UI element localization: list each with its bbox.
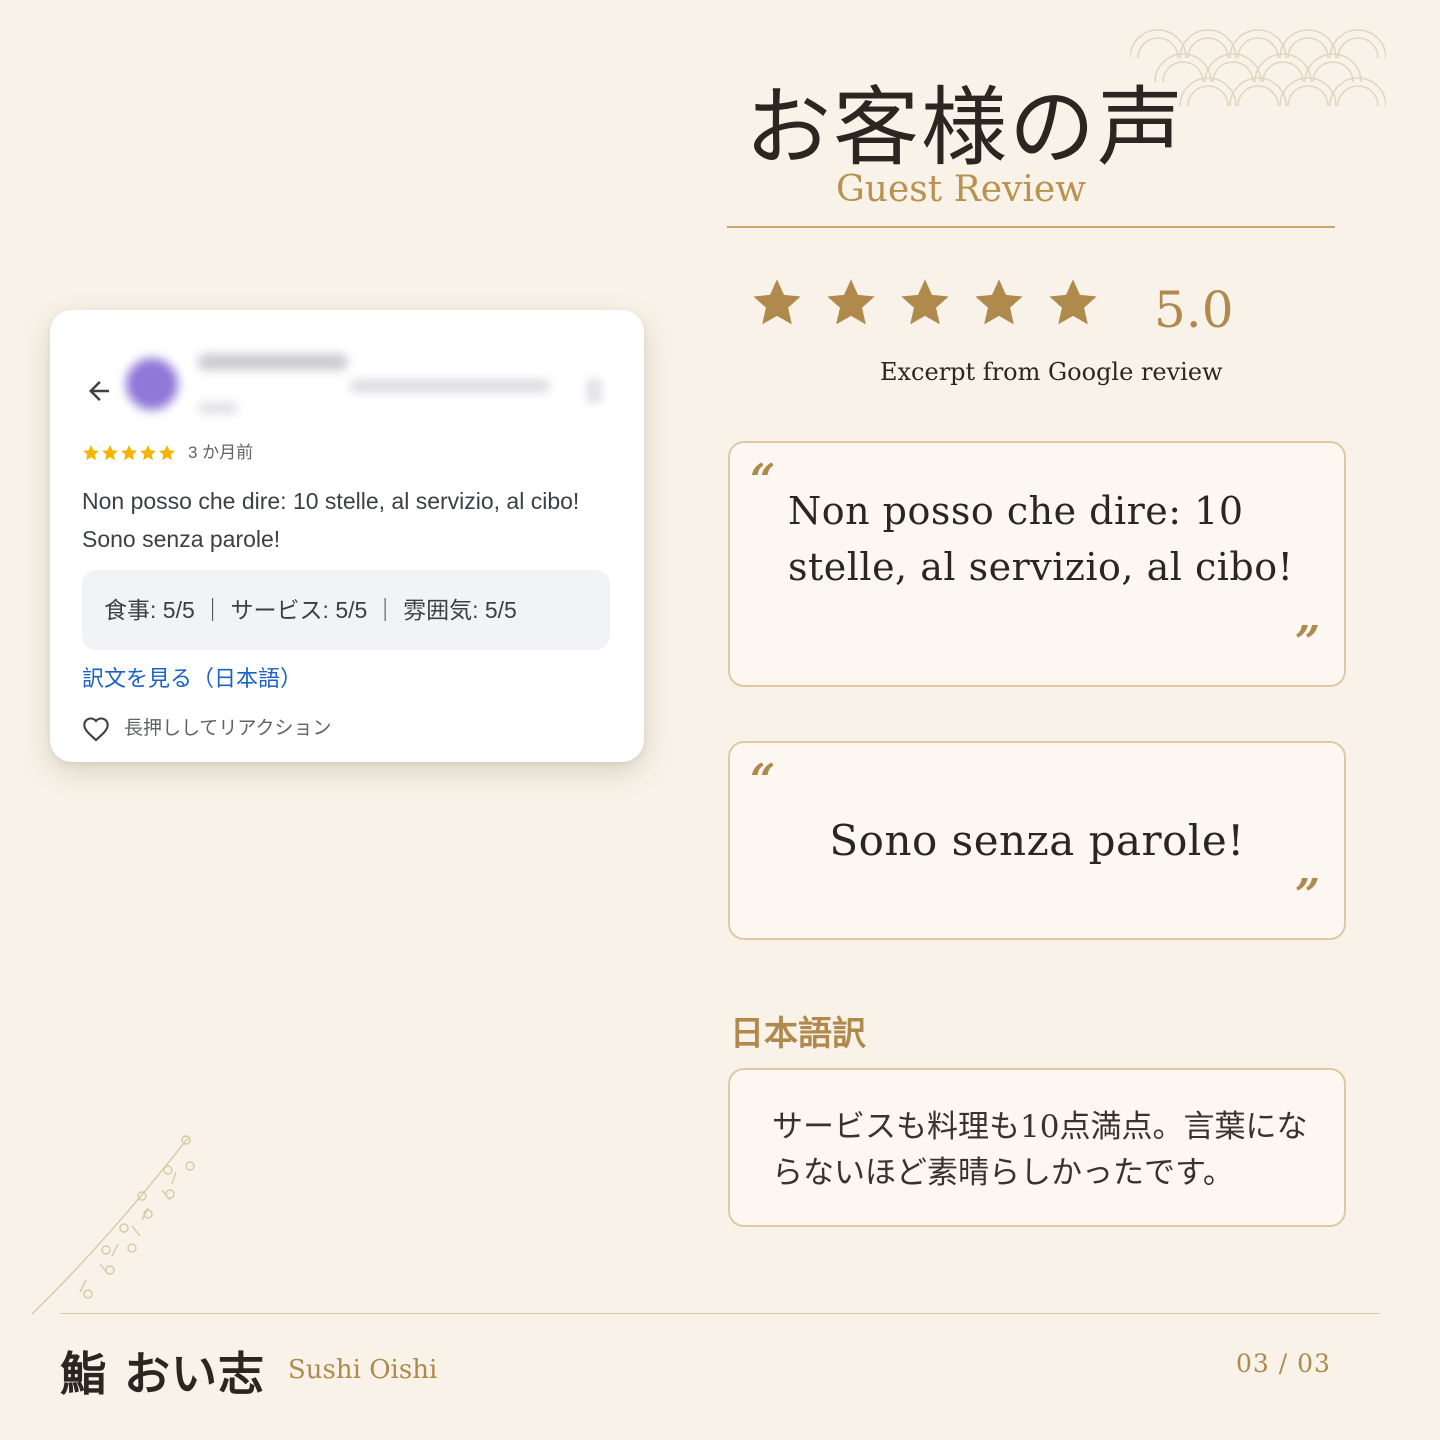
- translate-link[interactable]: 訳文を見る（日本語）: [82, 664, 302, 694]
- star-icon: [121, 445, 137, 461]
- avatar[interactable]: [126, 358, 178, 410]
- star-icon: [753, 279, 801, 325]
- branch-decoration: [31, 1135, 195, 1315]
- footer-divider: [60, 1313, 1380, 1314]
- page-title: お客様の声: [745, 78, 1185, 178]
- open-quote-icon: “: [750, 755, 776, 806]
- brand-name-ja: 鮨 おい志: [60, 1347, 266, 1401]
- reviewer-name-blurred: [198, 354, 348, 370]
- star-icon: [827, 279, 875, 325]
- star-icon: [901, 279, 949, 325]
- title-divider: [727, 226, 1335, 228]
- star-icon: [102, 445, 118, 461]
- more-options-icon[interactable]: [586, 378, 602, 404]
- reviewer-sub-blurred: [198, 402, 238, 414]
- star-icon: [83, 445, 99, 461]
- quote-card-2: “ Sono senza parole! ”: [728, 741, 1346, 940]
- rating-value: 5.0: [1154, 281, 1234, 339]
- review-text: Non posso che dire: 10 stelle, al serviz…: [82, 488, 580, 552]
- heart-icon[interactable]: [82, 716, 110, 742]
- star-icon: [140, 445, 156, 461]
- quote-text-1: Non posso che dire: 10 stelle, al serviz…: [788, 489, 1294, 589]
- review-stars: [82, 444, 176, 462]
- reviewer-meta-blurred: [350, 380, 550, 392]
- page-number: 03 / 03: [1236, 1349, 1331, 1378]
- translation-text: サービスも料理も10点満点。言葉にならないほど素晴らしかったです。: [772, 1109, 1308, 1191]
- quote-card-1: “ Non posso che dire: 10 stelle, al serv…: [728, 441, 1346, 687]
- open-quote-icon: “: [750, 455, 776, 506]
- review-scores: 食事: 5/5 ｜ サービス: 5/5 ｜ 雰囲気: 5/5: [82, 570, 610, 650]
- star-icon: [975, 279, 1023, 325]
- source-note: Excerpt from Google review: [880, 358, 1223, 386]
- back-arrow-icon[interactable]: [84, 376, 114, 406]
- close-quote-icon: ”: [1294, 617, 1320, 668]
- close-quote-icon: ”: [1294, 870, 1320, 921]
- brand-name-en: Sushi Oishi: [288, 1355, 438, 1385]
- star-icon: [1049, 279, 1097, 325]
- google-review-card: 3 か月前 Non posso che dire: 10 stelle, al …: [50, 310, 644, 762]
- rating-stars: [750, 276, 1100, 338]
- translation-label: 日本語訳: [730, 1014, 866, 1054]
- page-subtitle: Guest Review: [836, 169, 1087, 210]
- reaction-hint[interactable]: 長押ししてリアクション: [124, 716, 331, 742]
- review-time: 3 か月前: [188, 443, 254, 462]
- quote-text-2: Sono senza parole!: [829, 816, 1245, 865]
- translation-card: サービスも料理も10点満点。言葉にならないほど素晴らしかったです。: [728, 1068, 1346, 1227]
- star-icon: [159, 445, 175, 461]
